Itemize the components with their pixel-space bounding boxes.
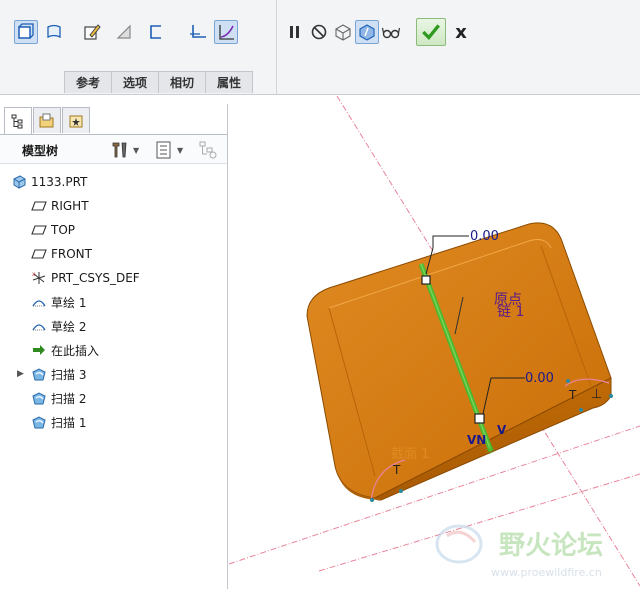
tree-node[interactable]: 1133.PRT (0, 170, 227, 194)
checkmark-icon (422, 24, 440, 40)
preview-geometry-icon[interactable] (331, 20, 355, 44)
no-preview-icon[interactable] (307, 20, 331, 44)
sketch-icon[interactable] (80, 20, 104, 44)
tree-node[interactable]: ▶ 扫描 3 (0, 362, 227, 386)
chain-label[interactable]: 链 1 (497, 304, 524, 320)
sweep-icon (30, 413, 48, 431)
ribbon-divider (276, 0, 277, 94)
section-handle[interactable] (474, 413, 485, 424)
folder-browser-icon[interactable] (33, 107, 61, 133)
tab-properties[interactable]: 属性 (205, 71, 253, 93)
v-label: V (497, 423, 507, 437)
tree-node[interactable]: 草绘 2 (0, 314, 227, 338)
sketch-icon (30, 317, 48, 335)
watermark: 野火论坛 www.proewildfire.cn (435, 524, 603, 579)
model-tree-icon[interactable] (4, 107, 32, 134)
tree-node[interactable]: 草绘 1 (0, 290, 227, 314)
tree-node-label: PRT_CSYS_DEF (51, 271, 140, 285)
tree-node-label: TOP (51, 223, 76, 237)
watermark-logo-icon (446, 530, 477, 544)
datum-plane-icon (30, 245, 48, 263)
favorites-icon[interactable] (62, 107, 90, 133)
app-window: 参考 选项 相切 属性 x 模型树 ▼ ▼ 1133.PRT RIGHT TOP… (0, 0, 640, 589)
green-star-icon: ✳ (485, 443, 495, 457)
remove-material-icon[interactable] (112, 20, 136, 44)
perpendicular-symbol: ⊥ (591, 387, 602, 402)
model-tree-title: 模型树 (22, 144, 59, 158)
ribbon-tabs: 参考 选项 相切 属性 (64, 71, 253, 93)
sweep-icon (30, 389, 48, 407)
datum-plane-icon (30, 221, 48, 239)
confirm-button[interactable] (416, 18, 446, 46)
tree-node[interactable]: 扫描 1 (0, 410, 227, 434)
model-tree: 1133.PRT RIGHT TOP FRONT x PRT_CSYS_DEF 草绘 1 草绘… (0, 170, 227, 434)
part-icon (10, 173, 28, 191)
tree-node-label: 草绘 2 (51, 319, 87, 334)
section-label[interactable]: 截面 1 (391, 447, 429, 462)
tab-references[interactable]: 参考 (64, 71, 112, 93)
tab-tangency[interactable]: 相切 (158, 71, 206, 93)
vertex-point (399, 489, 403, 493)
tree-node-label: FRONT (51, 247, 92, 261)
thicken-icon[interactable] (144, 20, 168, 44)
svg-text:x: x (32, 271, 36, 278)
graphics-area[interactable]: ✳ 0.00 0.00 原点 链 1 VN V 截面 1 T T ⊥ 野火论坛 … (229, 96, 640, 589)
constant-section-icon[interactable] (186, 20, 210, 44)
variable-section-icon[interactable] (214, 20, 238, 44)
surface-icon[interactable] (42, 20, 66, 44)
ribbon: 参考 选项 相切 属性 x (0, 0, 640, 95)
settings-tools-icon[interactable]: ▼ (110, 140, 139, 160)
cancel-button[interactable]: x (451, 20, 471, 44)
sweep-icon (30, 365, 48, 383)
dim-value-bottom[interactable]: 0.00 (525, 371, 554, 386)
vertex-point (566, 379, 570, 383)
tree-node[interactable]: FRONT (0, 242, 227, 266)
solid-icon[interactable] (14, 20, 38, 44)
tree-node[interactable]: 扫描 2 (0, 386, 227, 410)
tree-node-label: 1133.PRT (31, 175, 88, 189)
watermark-url: www.proewildfire.cn (491, 566, 602, 579)
model-tree-panel: 模型树 ▼ ▼ 1133.PRT RIGHT TOP FRONT x PRT_CSYS_D… (0, 104, 228, 589)
tree-node[interactable]: x PRT_CSYS_DEF (0, 266, 227, 290)
csys-icon: x (30, 269, 48, 287)
tree-node-label: 在此插入 (51, 343, 100, 358)
pause-icon[interactable] (283, 20, 307, 44)
show-options-icon[interactable]: ▼ (154, 140, 183, 160)
tree-node-label: 扫描 2 (51, 391, 87, 406)
model-view[interactable]: ✳ 0.00 0.00 原点 链 1 VN V 截面 1 T T ⊥ 野火论坛 … (229, 96, 640, 589)
insert-arrow-icon (30, 341, 48, 359)
model-tree-toolbar: 模型树 ▼ ▼ (0, 134, 227, 164)
tree-node-label: 草绘 1 (51, 295, 87, 310)
tree-node[interactable]: 在此插入 (0, 338, 227, 362)
dim-value-top[interactable]: 0.00 (470, 229, 499, 244)
panel-tabs (4, 107, 91, 134)
watermark-text: 野火论坛 (499, 531, 603, 561)
vertex-point (609, 394, 613, 398)
tangent-label: T (392, 463, 401, 477)
datum-plane-icon (30, 197, 48, 215)
origin-handle[interactable] (421, 275, 431, 285)
tree-filter-icon[interactable] (198, 140, 218, 160)
vn-label: VN (467, 433, 486, 447)
vertex-point (370, 498, 374, 502)
tree-node-label: 扫描 1 (51, 415, 87, 430)
tree-node-label: RIGHT (51, 199, 89, 213)
glasses-icon[interactable] (379, 20, 403, 44)
tree-node-label: 扫描 3 (51, 367, 87, 382)
tab-options[interactable]: 选项 (111, 71, 159, 93)
tree-node[interactable]: TOP (0, 218, 227, 242)
tree-node[interactable]: RIGHT (0, 194, 227, 218)
verify-mode-icon[interactable] (355, 20, 379, 44)
tangent-label: T (568, 388, 577, 402)
sketch-icon (30, 293, 48, 311)
vertex-point (579, 408, 583, 412)
expand-arrow-icon[interactable]: ▶ (17, 369, 24, 379)
